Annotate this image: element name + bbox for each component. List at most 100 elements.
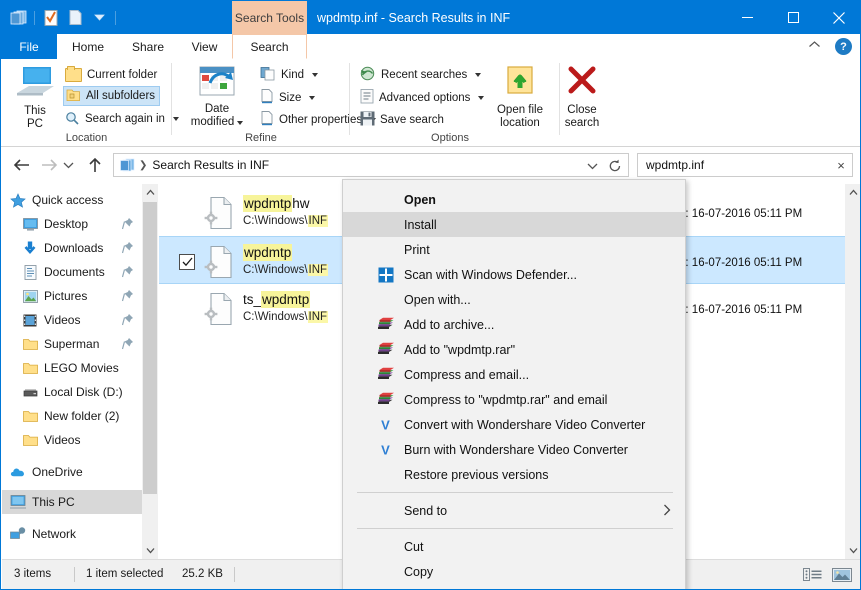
- refresh-icon[interactable]: [606, 157, 624, 175]
- menu-item-convert-with-wondershare[interactable]: V Convert with Wondershare Video Convert…: [343, 412, 685, 437]
- pin-icon[interactable]: [122, 265, 134, 278]
- pin-icon[interactable]: [122, 337, 134, 350]
- menu-item-compress-and-email[interactable]: Compress and email...: [343, 362, 685, 387]
- search-again-in-button[interactable]: Search again in: [65, 109, 179, 129]
- clear-search-icon[interactable]: ×: [830, 158, 852, 173]
- subfolders-icon: [66, 88, 81, 105]
- tab-view[interactable]: View: [177, 34, 232, 59]
- breadcrumb[interactable]: Search Results in INF: [152, 158, 269, 172]
- sidebar-item-pictures[interactable]: Pictures: [2, 284, 142, 308]
- customize-dropdown-icon[interactable]: [88, 7, 110, 29]
- pin-icon[interactable]: [122, 241, 134, 254]
- large-icons-view-icon[interactable]: [831, 564, 853, 585]
- sidebar-item-downloads[interactable]: Downloads: [2, 236, 142, 260]
- scroll-up-icon[interactable]: [142, 184, 158, 201]
- row-checkbox[interactable]: [179, 254, 195, 270]
- recent-locations-button[interactable]: [59, 153, 77, 177]
- menu-item-add-to-named-archive[interactable]: Add to "wpdmtp.rar": [343, 337, 685, 362]
- navigation-pane-scrollbar[interactable]: [142, 184, 158, 559]
- file-name[interactable]: wpdmtphw: [243, 196, 310, 211]
- maximize-button[interactable]: [770, 1, 816, 34]
- scroll-up-icon[interactable]: [845, 184, 861, 201]
- properties-icon[interactable]: [40, 7, 62, 29]
- close-button[interactable]: [816, 1, 861, 34]
- menu-item-copy[interactable]: Copy: [343, 559, 685, 584]
- ribbon-group-options: Recent searches Advanced options: [350, 59, 612, 146]
- close-search-button[interactable]: Close search: [556, 65, 608, 130]
- sidebar-label: Videos: [44, 313, 80, 327]
- sidebar-item-superman[interactable]: Superman: [2, 332, 142, 356]
- scroll-down-icon[interactable]: [845, 542, 861, 559]
- menu-item-scan-with-windows-defender[interactable]: Scan with Windows Defender...: [343, 262, 685, 287]
- menu-item-compress-to-named-and-email[interactable]: Compress to "wpdmtp.rar" and email: [343, 387, 685, 412]
- new-folder-icon[interactable]: [64, 7, 86, 29]
- menu-item-open[interactable]: Open: [343, 187, 685, 212]
- sidebar-item-onedrive[interactable]: OneDrive: [2, 460, 142, 484]
- address-input[interactable]: ❯ Search Results in INF: [113, 153, 629, 177]
- navigation-pane[interactable]: Quick access Desktop Downloads Doc: [2, 184, 142, 559]
- pin-icon[interactable]: [122, 217, 134, 230]
- sidebar-item-this-pc[interactable]: This PC: [2, 490, 142, 514]
- open-file-location-button[interactable]: Open file location: [490, 65, 550, 130]
- recent-searches-button[interactable]: Recent searches: [360, 65, 481, 85]
- menu-item-label: Open with...: [404, 293, 471, 307]
- menu-item-label: Add to "wpdmtp.rar": [404, 343, 515, 357]
- kind-button[interactable]: Kind: [260, 65, 318, 85]
- menu-item-burn-with-wondershare[interactable]: V Burn with Wondershare Video Converter: [343, 437, 685, 462]
- menu-item-add-to-archive[interactable]: Add to archive...: [343, 312, 685, 337]
- this-pc-button[interactable]: This PC: [9, 65, 61, 131]
- window-title: wpdmtp.inf - Search Results in INF: [317, 1, 510, 34]
- all-subfolders-button[interactable]: All subfolders: [63, 86, 160, 106]
- tab-home[interactable]: Home: [57, 34, 119, 59]
- sidebar-item-new-folder-2[interactable]: New folder (2): [2, 404, 142, 428]
- menu-item-open-with[interactable]: Open with...: [343, 287, 685, 312]
- minimize-button[interactable]: [724, 1, 770, 34]
- chevron-down-icon: [309, 96, 315, 100]
- explorer-icon[interactable]: [7, 7, 29, 29]
- back-button[interactable]: [9, 153, 33, 177]
- search-input[interactable]: wpdmtp.inf ×: [637, 153, 853, 177]
- sidebar-item-videos[interactable]: Videos: [2, 308, 142, 332]
- scrollbar-thumb[interactable]: [143, 202, 157, 494]
- pin-icon[interactable]: [122, 289, 134, 302]
- tab-share[interactable]: Share: [119, 34, 177, 59]
- save-search-button[interactable]: Save search: [360, 110, 444, 130]
- up-button[interactable]: [83, 153, 107, 177]
- chevron-up-icon[interactable]: [808, 38, 824, 54]
- context-menu[interactable]: Open Install Print Scan with Windows Def…: [342, 179, 686, 590]
- menu-item-send-to[interactable]: Send to: [343, 498, 685, 523]
- chevron-down-icon[interactable]: [584, 158, 600, 174]
- sidebar-item-quick-access[interactable]: Quick access: [2, 188, 142, 212]
- date-modified-button[interactable]: Date modified: [181, 65, 253, 129]
- inf-file-icon: [202, 245, 234, 279]
- current-folder-button[interactable]: Current folder: [65, 65, 157, 85]
- sidebar-item-local-disk-d[interactable]: Local Disk (D:): [2, 380, 142, 404]
- this-pc-icon: [15, 65, 55, 103]
- quick-access-star-icon: [10, 192, 26, 208]
- sidebar-item-videos-folder[interactable]: Videos: [2, 428, 142, 452]
- menu-item-install[interactable]: Install: [343, 212, 685, 237]
- selection-size: 25.2 KB: [182, 568, 223, 580]
- pin-icon[interactable]: [122, 313, 134, 326]
- tab-search[interactable]: Search: [232, 34, 307, 59]
- tab-file[interactable]: File: [1, 34, 57, 59]
- sidebar-item-desktop[interactable]: Desktop: [2, 212, 142, 236]
- this-pc-label-1: This: [24, 105, 46, 118]
- advanced-options-button[interactable]: Advanced options: [360, 88, 484, 108]
- menu-item-restore-previous-versions[interactable]: Restore previous versions: [343, 462, 685, 487]
- menu-item-print[interactable]: Print: [343, 237, 685, 262]
- file-name[interactable]: wpdmtp: [243, 245, 292, 260]
- search-value[interactable]: wpdmtp.inf: [646, 158, 830, 172]
- size-button[interactable]: Size: [260, 88, 315, 108]
- sidebar-item-documents[interactable]: Documents: [2, 260, 142, 284]
- sidebar-item-lego-movies[interactable]: LEGO Movies: [2, 356, 142, 380]
- file-list-scrollbar[interactable]: [845, 184, 861, 559]
- scroll-down-icon[interactable]: [142, 542, 158, 559]
- help-icon[interactable]: ?: [835, 38, 852, 55]
- forward-button[interactable]: [37, 153, 61, 177]
- menu-item-cut[interactable]: Cut: [343, 534, 685, 559]
- details-view-icon[interactable]: [802, 564, 824, 585]
- open-file-location-label-1: Open file: [497, 104, 543, 117]
- sidebar-item-network[interactable]: Network: [2, 522, 142, 546]
- file-name[interactable]: ts_wpdmtp: [243, 292, 310, 307]
